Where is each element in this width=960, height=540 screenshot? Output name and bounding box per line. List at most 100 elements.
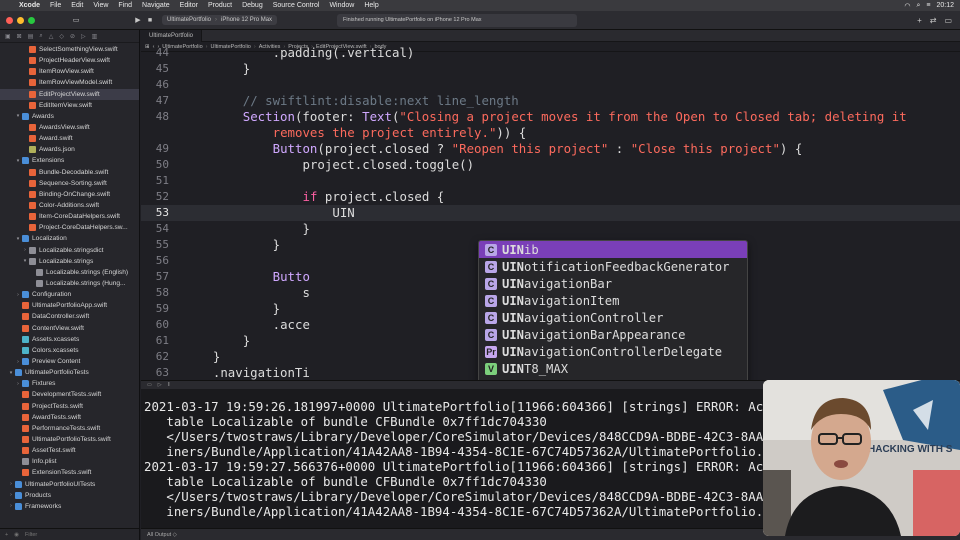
file-tree-item[interactable]: › Localizable.stringsdict: [0, 245, 139, 256]
file-tree-item[interactable]: Item-CoreDataHelpers.swift: [0, 211, 139, 222]
file-tree-item[interactable]: Localizable.strings (English): [0, 267, 139, 278]
library-add-icon[interactable]: +: [917, 16, 922, 25]
code-line[interactable]: 53 UIN: [141, 205, 960, 221]
file-tree-item[interactable]: AwardTests.swift: [0, 412, 139, 423]
completion-item[interactable]: Pr UIN avigationControllerDelegate: [479, 343, 747, 360]
line-number[interactable]: 48: [141, 109, 169, 125]
file-tree-item[interactable]: Color-Additions.swift: [0, 200, 139, 211]
file-tree-item[interactable]: DevelopmentTests.swift: [0, 389, 139, 400]
debug-icon[interactable]: ⊘: [70, 33, 75, 40]
output-filter[interactable]: All Output ◇: [147, 532, 177, 538]
disclosure-icon[interactable]: ›: [14, 381, 22, 387]
code-line[interactable]: 48 Section(footer: Text("Closing a projec…: [141, 109, 960, 125]
breakpoints-icon[interactable]: ▷: [158, 382, 162, 388]
file-tree-item[interactable]: ItemRowViewModel.swift: [0, 77, 139, 88]
file-tree-item[interactable]: › Products: [0, 490, 139, 501]
file-tree-item[interactable]: ▾ UltimatePortfolioTests: [0, 367, 139, 378]
completion-item[interactable]: C UIN avigationController: [479, 309, 747, 326]
code-review-icon[interactable]: ⇄: [930, 16, 937, 25]
wifi-icon[interactable]: ◠: [904, 2, 910, 10]
file-tree-item[interactable]: UltimatePortfolioApp.swift: [0, 300, 139, 311]
line-number[interactable]: 44: [141, 45, 169, 61]
file-tree-item[interactable]: › Frameworks: [0, 501, 139, 512]
completion-item[interactable]: C UIN avigationBarAppearance: [479, 326, 747, 343]
disclosure-icon[interactable]: ›: [14, 359, 22, 365]
disclosure-icon[interactable]: ▾: [7, 370, 15, 376]
stop-icon[interactable]: ■: [144, 17, 156, 24]
file-tree-item[interactable]: UltimatePortfolioTests.swift: [0, 434, 139, 445]
file-tree-item[interactable]: ExtensionTests.swift: [0, 467, 139, 478]
file-tree-item[interactable]: ProjectTests.swift: [0, 401, 139, 412]
menu-item[interactable]: Edit: [66, 2, 88, 9]
file-tree-item[interactable]: ProjectHeaderView.swift: [0, 55, 139, 66]
file-tree-item[interactable]: Awards.json: [0, 144, 139, 155]
file-tree-item[interactable]: Colors.xcassets: [0, 345, 139, 356]
file-tree-item[interactable]: ContentView.swift: [0, 323, 139, 334]
hide-debug-icon[interactable]: ▭: [147, 382, 152, 388]
menu-item[interactable]: Product: [203, 2, 237, 9]
disclosure-icon[interactable]: ›: [7, 481, 15, 487]
disclosure-icon[interactable]: ›: [21, 247, 29, 253]
source-control-icon[interactable]: ⊠: [17, 33, 22, 40]
menu-item[interactable]: Debug: [237, 2, 268, 9]
menu-clock[interactable]: 20:12: [936, 2, 954, 9]
file-tree-item[interactable]: DataController.swift: [0, 311, 139, 322]
search-icon[interactable]: ⌕: [916, 2, 920, 10]
run-icon[interactable]: ▶: [132, 16, 144, 24]
inspector-toggle-icon[interactable]: ▭: [944, 16, 952, 25]
line-number[interactable]: 51: [141, 173, 169, 189]
file-tree-item[interactable]: EditProjectView.swift: [0, 88, 139, 100]
folder-icon[interactable]: ▣: [5, 33, 11, 40]
completion-item[interactable]: C UIN avigationItem: [479, 292, 747, 309]
file-tree-item[interactable]: AssetTest.swift: [0, 445, 139, 456]
file-tree-item[interactable]: Localizable.strings (Hung...: [0, 278, 139, 289]
file-tree-item[interactable]: AwardsView.swift: [0, 122, 139, 133]
close-window-button[interactable]: [6, 16, 13, 24]
completion-item[interactable]: C UIN avigationBar: [479, 275, 747, 292]
file-tree-item[interactable]: Bundle-Decodable.swift: [0, 167, 139, 178]
navigator-filter[interactable]: + ◉ Filter: [0, 528, 139, 540]
editor-tab[interactable]: UltimatePortfolio: [141, 30, 203, 42]
pause-icon[interactable]: ‖: [168, 382, 170, 388]
file-tree-item[interactable]: Sequence-Sorting.swift: [0, 178, 139, 189]
disclosure-icon[interactable]: ▾: [14, 113, 22, 119]
code-line[interactable]: 49 Button(project.closed ? "Reopen this p…: [141, 141, 960, 157]
file-tree-item[interactable]: › Configuration: [0, 289, 139, 300]
disclosure-icon[interactable]: ›: [7, 492, 15, 498]
line-number[interactable]: 61: [141, 333, 169, 349]
line-number[interactable]: 46: [141, 77, 169, 93]
menu-item[interactable]: Editor: [175, 2, 203, 9]
file-tree-item[interactable]: Binding-OnChange.swift: [0, 189, 139, 200]
file-tree-item[interactable]: Project-CoreDataHelpers.sw...: [0, 222, 139, 233]
line-number[interactable]: 58: [141, 285, 169, 301]
code-line[interactable]: 52 if project.closed {: [141, 189, 960, 205]
file-tree-item[interactable]: PerformanceTests.swift: [0, 423, 139, 434]
line-number[interactable]: 45: [141, 61, 169, 77]
code-line[interactable]: 45}: [141, 61, 960, 77]
code-line[interactable]: 50 project.closed.toggle(): [141, 157, 960, 173]
menu-item[interactable]: Find: [113, 2, 137, 9]
completion-item[interactable]: V UIN T8_MAX: [479, 360, 747, 377]
completion-item[interactable]: C UIN ib: [479, 241, 747, 258]
menu-item[interactable]: Window: [324, 2, 359, 9]
line-number[interactable]: 55: [141, 237, 169, 253]
line-number[interactable]: 54: [141, 221, 169, 237]
line-number[interactable]: 57: [141, 269, 169, 285]
line-number[interactable]: 62: [141, 349, 169, 365]
disclosure-icon[interactable]: ›: [7, 503, 15, 509]
menu-item[interactable]: Source Control: [268, 2, 325, 9]
code-line[interactable]: 44 .padding(.vertical): [141, 45, 960, 61]
line-number[interactable]: 50: [141, 157, 169, 173]
find-icon[interactable]: ⌕: [39, 33, 42, 40]
breakpoint-icon[interactable]: ▷: [81, 33, 86, 40]
file-tree-item[interactable]: ▾ Localization: [0, 233, 139, 244]
issue-icon[interactable]: △: [49, 33, 54, 40]
code-line[interactable]: 47 // swiftlint:disable:next line_length: [141, 93, 960, 109]
symbol-icon[interactable]: ▤: [28, 33, 34, 40]
code-line[interactable]: removes the project entirely.")) {: [141, 125, 960, 141]
control-center-icon[interactable]: ≡: [926, 2, 930, 9]
menu-app[interactable]: Xcode: [14, 2, 45, 9]
test-icon[interactable]: ◇: [59, 33, 64, 40]
file-tree-item[interactable]: ▾ Localizable.strings: [0, 256, 139, 267]
file-tree-item[interactable]: Award.swift: [0, 133, 139, 144]
